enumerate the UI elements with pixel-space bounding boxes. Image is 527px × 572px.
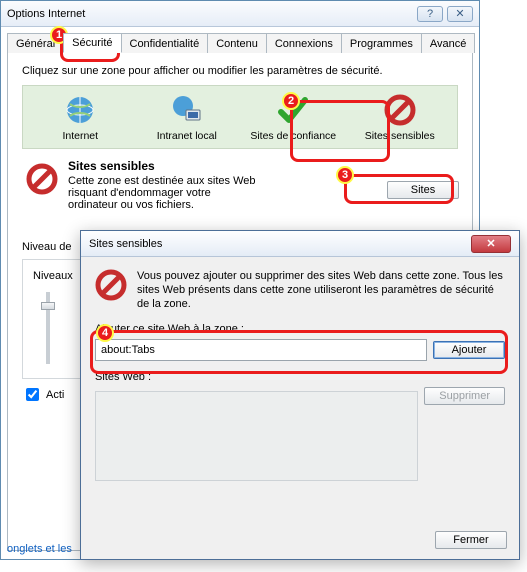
tab-contenu[interactable]: Contenu [207, 33, 267, 53]
subdialog-close-button[interactable]: ✕ [471, 235, 511, 253]
callout-3: 3 [336, 166, 354, 184]
restricted-sites-dialog: Sites sensibles ✕ Vous pouvez ajouter ou… [80, 230, 520, 560]
zone-sensibles[interactable]: Sites sensibles [347, 94, 454, 142]
subdialog-intro-text: Vous pouvez ajouter ou supprimer des sit… [137, 269, 505, 311]
callout-2: 2 [282, 92, 300, 110]
remove-site-button[interactable]: Supprimer [424, 387, 505, 405]
subdialog-titlebar: Sites sensibles ✕ [81, 231, 519, 257]
sites-button[interactable]: Sites [387, 181, 459, 199]
zone-detail-text: Sites sensibles Cette zone est destinée … [68, 159, 256, 211]
sites-list-label: Sites Web : [95, 371, 505, 383]
tab-avance[interactable]: Avancé [421, 33, 476, 53]
tab-programmes[interactable]: Programmes [341, 33, 422, 53]
close-button[interactable]: ✕ [447, 6, 473, 22]
tab-securite[interactable]: Sécurité [63, 33, 121, 53]
zone-intranet[interactable]: Intranet local [134, 94, 241, 142]
add-site-input[interactable] [95, 339, 427, 361]
level-sub: Niveaux [33, 270, 83, 282]
activate-checkbox[interactable] [26, 388, 39, 401]
restricted-icon [95, 269, 127, 301]
slider-thumb[interactable] [41, 302, 55, 310]
add-site-button[interactable]: Ajouter [433, 341, 505, 359]
window-title: Options Internet [7, 8, 417, 20]
help-button[interactable]: ? [417, 6, 443, 22]
titlebar: Options Internet ? ✕ [1, 1, 479, 27]
security-slider[interactable] [46, 292, 50, 364]
window-buttons: ? ✕ [417, 6, 473, 22]
add-site-row: Ajouter [95, 339, 505, 361]
zone-prompt: Cliquez sur une zone pour afficher ou mo… [22, 65, 458, 77]
subdialog-close-footer-button[interactable]: Fermer [435, 531, 507, 549]
tab-connexions[interactable]: Connexions [266, 33, 342, 53]
globe-monitor-icon [171, 94, 203, 126]
tab-confidentialite[interactable]: Confidentialité [121, 33, 209, 53]
restricted-icon [384, 94, 416, 126]
subdialog-intro: Vous pouvez ajouter ou supprimer des sit… [95, 269, 505, 311]
zone-detail-title: Sites sensibles [68, 159, 256, 173]
footer-link[interactable]: onglets et les [7, 543, 72, 555]
globe-icon [64, 94, 96, 126]
tab-strip: Général Sécurité Confidentialité Contenu… [7, 33, 473, 53]
zone-panel: Internet Intranet local Sites de confian… [22, 85, 458, 149]
sites-listbox[interactable] [95, 391, 418, 481]
callout-4: 4 [96, 324, 114, 342]
add-site-label: Ajouter ce site Web à la zone : [95, 323, 505, 335]
subdialog-body: Vous pouvez ajouter ou supprimer des sit… [81, 257, 519, 493]
subdialog-title: Sites sensibles [89, 238, 471, 250]
restricted-large-icon [26, 163, 58, 195]
zone-internet[interactable]: Internet [27, 94, 134, 142]
